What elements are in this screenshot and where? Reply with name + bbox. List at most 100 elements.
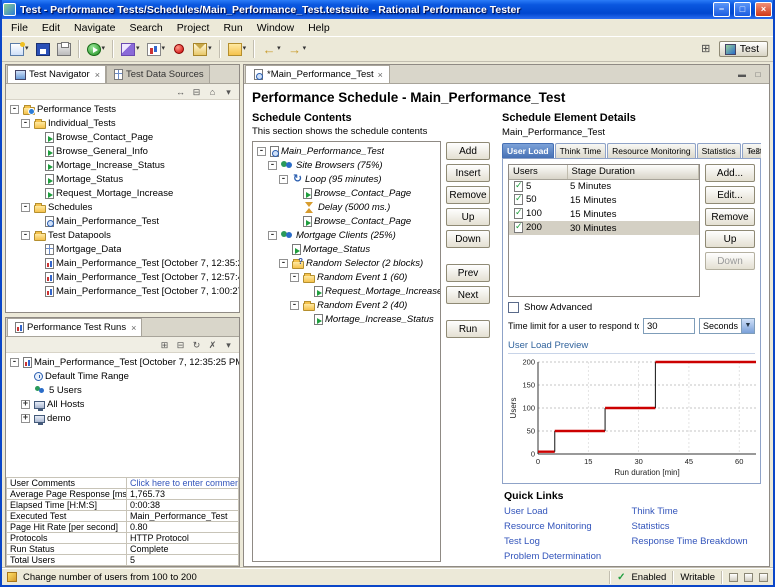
tree-item[interactable]: -Test Datapools	[6, 228, 239, 242]
tree-item[interactable]: Browse_Contact_Page	[253, 214, 440, 228]
stage-row[interactable]: 5015 Minutes	[509, 193, 699, 207]
tree-item[interactable]: Main_Performance_Test [October 7, 12:57:…	[6, 270, 239, 284]
stat-value[interactable]: Click here to enter comments	[127, 478, 239, 489]
view-toolbar-icon[interactable]: ⊞	[157, 338, 172, 351]
collapse-toggle-icon[interactable]: -	[290, 273, 299, 282]
remove-button[interactable]: Remove	[446, 186, 490, 204]
quick-link-statistics[interactable]: Statistics	[632, 521, 760, 532]
close-view-icon[interactable]: ×	[131, 323, 136, 333]
tree-item[interactable]: +All Hosts	[6, 397, 239, 411]
quick-link-response-time-breakdown[interactable]: Response Time Breakdown	[632, 536, 760, 547]
col-users[interactable]: Users	[509, 165, 567, 179]
tree-item[interactable]: Default Time Range	[6, 369, 239, 383]
run-button[interactable]: Run	[446, 320, 490, 338]
menu-file[interactable]: File	[4, 20, 35, 36]
view-toolbar-icon[interactable]: ▾	[221, 85, 236, 98]
insert-button[interactable]: Insert	[446, 164, 490, 182]
remove-button[interactable]: Remove	[705, 208, 755, 226]
close-editor-icon[interactable]: ×	[378, 70, 383, 80]
tree-item[interactable]: Main_Performance_Test [October 7, 12:35:…	[6, 256, 239, 270]
menu-project[interactable]: Project	[170, 20, 217, 36]
quick-link-think-time[interactable]: Think Time	[632, 506, 760, 517]
collapse-toggle-icon[interactable]: -	[279, 175, 288, 184]
menu-window[interactable]: Window	[250, 20, 301, 36]
collapse-toggle-icon[interactable]: -	[21, 203, 30, 212]
tab-statistics[interactable]: Statistics	[697, 143, 741, 158]
menu-help[interactable]: Help	[301, 20, 337, 36]
prev-button[interactable]: Prev	[446, 264, 490, 282]
collapse-toggle-icon[interactable]: -	[257, 147, 266, 156]
menu-navigate[interactable]: Navigate	[67, 20, 122, 36]
back-button[interactable]: ←▾	[259, 39, 284, 60]
expand-toggle-icon[interactable]: +	[21, 400, 30, 409]
tree-item[interactable]: -Random Event 2 (40)	[253, 298, 440, 312]
dropdown-arrow-icon[interactable]: ▾	[136, 44, 140, 54]
collapse-toggle-icon[interactable]: -	[290, 301, 299, 310]
quick-link-resource-monitoring[interactable]: Resource Monitoring	[504, 521, 632, 532]
up-button[interactable]: Up	[446, 208, 490, 226]
tree-item[interactable]: Main_Performance_Test	[6, 214, 239, 228]
wizard-button[interactable]: ▾	[118, 39, 143, 60]
dropdown-arrow-icon[interactable]: ▾	[243, 44, 247, 54]
collapse-toggle-icon[interactable]: -	[21, 231, 30, 240]
maximize-view-icon[interactable]: □	[751, 68, 765, 81]
quick-link-problem-determination[interactable]: Problem Determination	[504, 551, 632, 562]
view-toolbar-icon[interactable]: ✗	[205, 338, 220, 351]
collapse-toggle-icon[interactable]: -	[10, 358, 19, 367]
maximize-button[interactable]: □	[734, 2, 751, 17]
tab-performance-test-runs[interactable]: Performance Test Runs ×	[7, 318, 142, 336]
tree-item[interactable]: -Performance Tests	[6, 102, 239, 116]
dropdown-arrow-icon[interactable]: ▾	[25, 44, 29, 54]
tree-item[interactable]: -Schedules	[6, 200, 239, 214]
view-toolbar-icon[interactable]: ↔	[173, 85, 188, 98]
tree-item[interactable]: Request_Mortage_Increase	[6, 186, 239, 200]
up-button[interactable]: Up	[705, 230, 755, 248]
add-button[interactable]: Add...	[705, 164, 755, 182]
quick-link-test-log[interactable]: Test Log	[504, 536, 632, 547]
tree-item[interactable]: Browse_General_Info	[6, 144, 239, 158]
chevron-down-icon[interactable]: ▼	[741, 319, 754, 333]
close-button[interactable]: ×	[755, 2, 772, 17]
tab-main-performance-test[interactable]: *Main_Performance_Test ×	[245, 65, 390, 83]
collapse-toggle-icon[interactable]: -	[279, 259, 288, 268]
menu-edit[interactable]: Edit	[35, 20, 67, 36]
expand-toggle-icon[interactable]: +	[21, 414, 30, 423]
tab-user-load[interactable]: User Load	[502, 143, 554, 158]
stage-row[interactable]: 55 Minutes	[509, 179, 699, 193]
tab-test-data-sources[interactable]: Test Data Sources	[106, 65, 210, 83]
dropdown-arrow-icon[interactable]: ▾	[277, 44, 281, 54]
view-toolbar-icon[interactable]: ↻	[189, 338, 204, 351]
tree-item[interactable]: -Random Selector (2 blocks)	[253, 256, 440, 270]
print-button[interactable]	[54, 39, 74, 60]
stage-row[interactable]: 10015 Minutes	[509, 207, 699, 221]
down-button[interactable]: Down	[446, 230, 490, 248]
chart-button[interactable]: ▾	[144, 39, 169, 60]
save-button[interactable]	[33, 39, 53, 60]
collapse-toggle-icon[interactable]: -	[10, 105, 19, 114]
quick-link-user-load[interactable]: User Load	[504, 506, 632, 517]
view-toolbar-icon[interactable]: ▾	[221, 338, 236, 351]
tree-item[interactable]: Delay (5000 ms.)	[253, 200, 440, 214]
add-button[interactable]: Add	[446, 142, 490, 160]
open-perspective-icon[interactable]: ⊞	[697, 40, 715, 58]
tree-item[interactable]: Mortage_Increase_Status	[253, 312, 440, 326]
tree-item[interactable]: 5 Users	[6, 383, 239, 397]
tab-test-navigator[interactable]: Test Navigator ×	[7, 65, 106, 83]
tree-item[interactable]: Browse_Contact_Page	[6, 130, 239, 144]
run-button[interactable]: ▾	[84, 39, 109, 60]
tree-item[interactable]: +demo	[6, 411, 239, 425]
new-button[interactable]: ▾	[7, 39, 32, 60]
view-toolbar-icon[interactable]: ⌂	[205, 85, 220, 98]
time-unit-select[interactable]: Seconds ▼	[699, 318, 755, 334]
perspective-test-button[interactable]: Test	[719, 41, 768, 57]
collapse-toggle-icon[interactable]: -	[21, 119, 30, 128]
tree-item[interactable]: Mortage_Increase_Status	[6, 158, 239, 172]
collapse-toggle-icon[interactable]: -	[268, 161, 277, 170]
view-toolbar-icon[interactable]: ⊟	[189, 85, 204, 98]
forward-button[interactable]: →▾	[285, 39, 310, 60]
view-toolbar-icon[interactable]: ⊟	[173, 338, 188, 351]
minimize-button[interactable]: −	[713, 2, 730, 17]
tree-item[interactable]: -Random Event 1 (60)	[253, 270, 440, 284]
tree-item[interactable]: -Site Browsers (75%)	[253, 158, 440, 172]
next-button[interactable]: Next	[446, 286, 490, 304]
